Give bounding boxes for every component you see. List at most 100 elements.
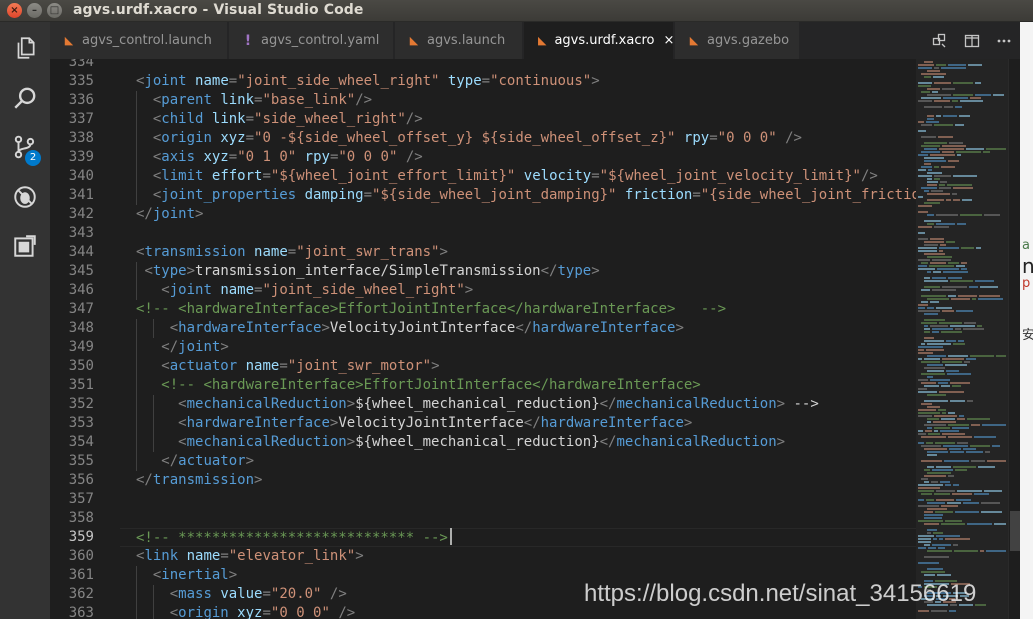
tab-agvs-control-yaml[interactable]: ! agvs_control.yaml [229, 22, 394, 59]
rss-icon: ◣ [64, 34, 74, 47]
code-line[interactable]: 334 [50, 59, 916, 72]
minimap-line [963, 448, 976, 450]
minimap-line [956, 265, 965, 267]
code-line[interactable]: 351 <!-- <hardwareInterface>EffortJointI… [50, 376, 916, 395]
minimap-line [939, 250, 943, 252]
minimap-line [950, 451, 964, 453]
minimap-line [918, 547, 926, 549]
code-line[interactable]: 344 <transmission name="joint_swr_trans"> [50, 243, 916, 262]
minimap-line [924, 313, 938, 315]
code-line[interactable]: 335 <joint name="joint_side_wheel_right" … [50, 72, 916, 91]
code-line[interactable]: 345 <type>transmission_interface/SimpleT… [50, 262, 916, 281]
close-icon[interactable]: × [7, 3, 22, 18]
code-editor[interactable]: 334 335 <joint name="joint_side_wheel_righ… [50, 59, 916, 619]
more-actions-button[interactable] [988, 22, 1020, 59]
line-code: <joint name="joint_side_wheel_right" typ… [136, 73, 600, 89]
minimap-line [932, 289, 956, 291]
code-line[interactable]: 357 [50, 490, 916, 509]
code-line[interactable]: 336 <parent link="base_link"/> [50, 91, 916, 110]
code-line[interactable]: 339 <axis xyz="0 1 0" rpy="0 0 0" /> [50, 148, 916, 167]
line-code: <origin xyz="0 -${side_wheel_offset_y} $… [152, 130, 802, 146]
code-line[interactable]: 352 <mechanicalReduction>${wheel_mechani… [50, 395, 916, 414]
minimap-line [957, 154, 961, 156]
code-line[interactable]: 356 </transmission> [50, 471, 916, 490]
extensions-button[interactable] [0, 222, 50, 270]
code-line[interactable]: 347 <!-- <hardwareInterface>EffortJointIn… [50, 300, 916, 319]
code-line[interactable]: 341 <joint_properties damping="${side_wh… [50, 186, 916, 205]
minimap-line [921, 403, 932, 405]
tab-agvs-control-launch[interactable]: ◣ agvs_control.launch [50, 22, 228, 59]
minimap-line [961, 247, 974, 249]
code-line[interactable]: 355 </actuator> [50, 452, 916, 471]
minimap-line [984, 214, 1000, 216]
minimap-line [948, 64, 966, 66]
minimap-line [932, 469, 953, 471]
minimap[interactable] [916, 59, 1008, 619]
minimap-line [921, 97, 941, 99]
code-line[interactable]: 358 [50, 509, 916, 528]
tab-agvs-urdf-xacro[interactable]: ◣ agvs.urdf.xacro × [524, 22, 674, 59]
minimap-line [967, 418, 990, 420]
code-line[interactable]: 353 <hardwareInterface>VelocityJointInte… [50, 414, 916, 433]
line-code: <!-- <hardwareInterface>EffortJointInter… [161, 377, 701, 393]
search-button[interactable] [0, 74, 50, 122]
minimap-line [955, 511, 979, 513]
code-line[interactable]: 346 <joint name="joint_side_wheel_right"… [50, 281, 916, 300]
code-line[interactable]: 348 <hardwareInterface>VelocityJointInte… [50, 319, 916, 338]
minimap-line [927, 472, 951, 474]
code-line[interactable]: 349 </joint> [50, 338, 916, 357]
code-line[interactable]: 342 </joint> [50, 205, 916, 224]
code-line[interactable]: 359 <!-- **************************** --> [50, 528, 916, 547]
minimize-icon[interactable]: – [27, 3, 42, 18]
minimap-line [927, 532, 931, 534]
minimap-line [967, 523, 992, 525]
minimap-line [938, 382, 948, 384]
vertical-scrollbar[interactable] [1008, 59, 1020, 619]
line-number: 342 [68, 206, 94, 222]
minimap-line [935, 442, 955, 444]
minimap-line [933, 271, 941, 273]
minimap-line [940, 481, 950, 483]
minimap-line [936, 115, 941, 117]
minimap-line [918, 538, 931, 540]
code-line[interactable]: 337 <child link="side_wheel_right"/> [50, 110, 916, 129]
code-line[interactable]: 338 <origin xyz="0 -${side_wheel_offset_… [50, 129, 916, 148]
split-editor-button[interactable] [956, 22, 988, 59]
line-code: <hardwareInterface>VelocityJointInterfac… [169, 320, 684, 336]
minimap-line [924, 61, 933, 63]
tab-agvs-gazebo[interactable]: ◣ agvs.gazebo [675, 22, 800, 59]
code-line[interactable]: 354 <mechanicalReduction>${wheel_mechani… [50, 433, 916, 452]
minimap-line [956, 151, 981, 153]
open-changes-button[interactable] [924, 22, 956, 59]
rss-icon: ◣ [689, 34, 699, 47]
close-tab-icon[interactable]: × [663, 33, 674, 48]
maximize-icon[interactable]: □ [47, 3, 62, 18]
source-control-button[interactable]: 2 [0, 123, 50, 171]
minimap-line [947, 502, 961, 504]
minimap-line [938, 409, 946, 411]
code-line[interactable]: 343 [50, 224, 916, 243]
background-text: a [1022, 238, 1030, 253]
code-line[interactable]: 360 <link name="elevator_link"> [50, 547, 916, 566]
minimap-line [971, 424, 980, 426]
line-number: 336 [68, 92, 94, 108]
code-line[interactable]: 340 <limit effort="${wheel_joint_effort_… [50, 167, 916, 186]
scrollbar-thumb[interactable] [1010, 511, 1020, 551]
minimap-line [924, 157, 944, 159]
activity-bar: 2 [0, 22, 50, 619]
line-code: <origin xyz="0 0 0" /> [169, 605, 356, 619]
minimap-line [927, 256, 952, 258]
code-line[interactable]: 350 <actuator name="joint_swr_motor"> [50, 357, 916, 376]
minimap-line [927, 451, 948, 453]
minimap-line [961, 268, 967, 270]
minimap-line [918, 541, 931, 543]
minimap-line [946, 241, 955, 243]
minimap-line [921, 91, 930, 93]
minimap-line [918, 250, 937, 252]
tab-agvs-launch[interactable]: ◣ agvs.launch [395, 22, 523, 59]
minimap-line [936, 223, 955, 225]
minimap-line [955, 469, 967, 471]
explorer-button[interactable] [0, 24, 50, 72]
debug-button[interactable] [0, 173, 50, 221]
editor-actions [924, 22, 1020, 59]
